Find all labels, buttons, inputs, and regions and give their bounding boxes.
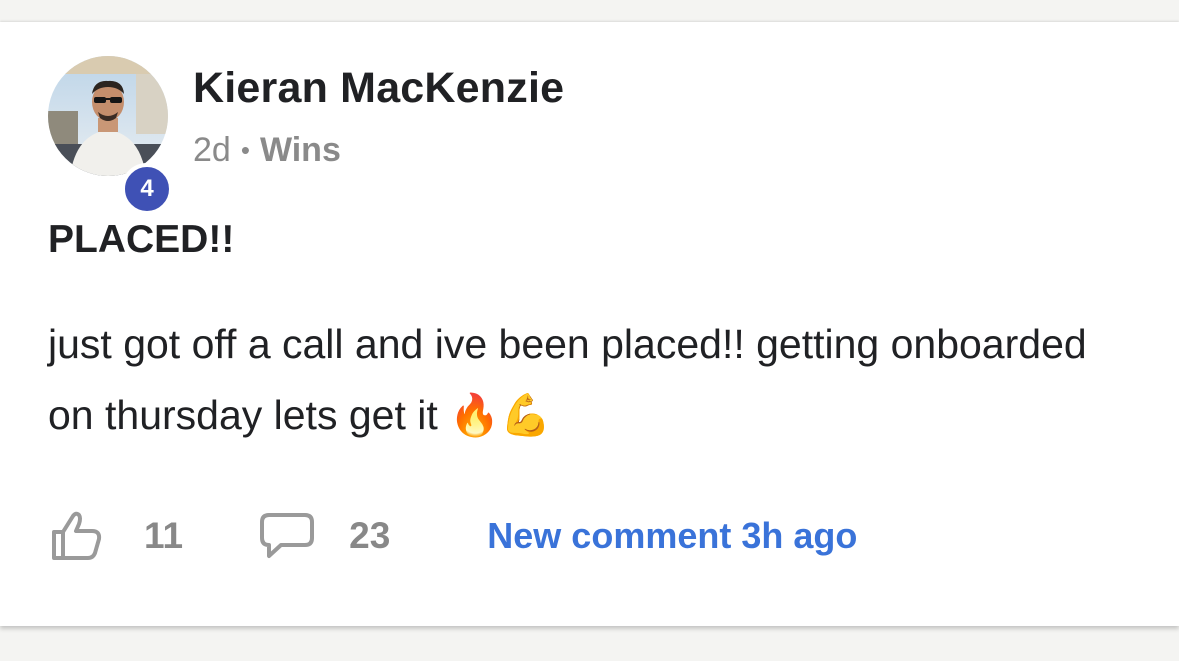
new-comment-link[interactable]: New comment 3h ago	[487, 515, 857, 557]
avatar[interactable]	[48, 56, 168, 176]
like-count: 11	[144, 515, 184, 556]
post-meta: 2d • Wins	[193, 131, 341, 170]
post-body[interactable]: just got off a call and ive been placed!…	[48, 309, 1128, 451]
post-actions: 11 23 New comment 3h ago	[48, 510, 857, 562]
post-time: 2d	[193, 131, 231, 169]
comment-count: 23	[349, 515, 391, 556]
comment-bubble-icon[interactable]	[259, 512, 315, 560]
avatar-photo	[48, 56, 168, 176]
post-category[interactable]: Wins	[260, 131, 341, 170]
meta-separator: •	[240, 135, 250, 165]
post-card[interactable]: 4 Kieran MacKenzie 2d • Wins PLACED!! ju…	[0, 22, 1179, 626]
author-avatar-container[interactable]: 4	[48, 56, 173, 215]
level-badge: 4	[121, 163, 173, 215]
thumbs-up-icon[interactable]	[48, 510, 104, 562]
post-title[interactable]: PLACED!!	[48, 218, 234, 262]
author-name[interactable]: Kieran MacKenzie	[193, 64, 564, 113]
